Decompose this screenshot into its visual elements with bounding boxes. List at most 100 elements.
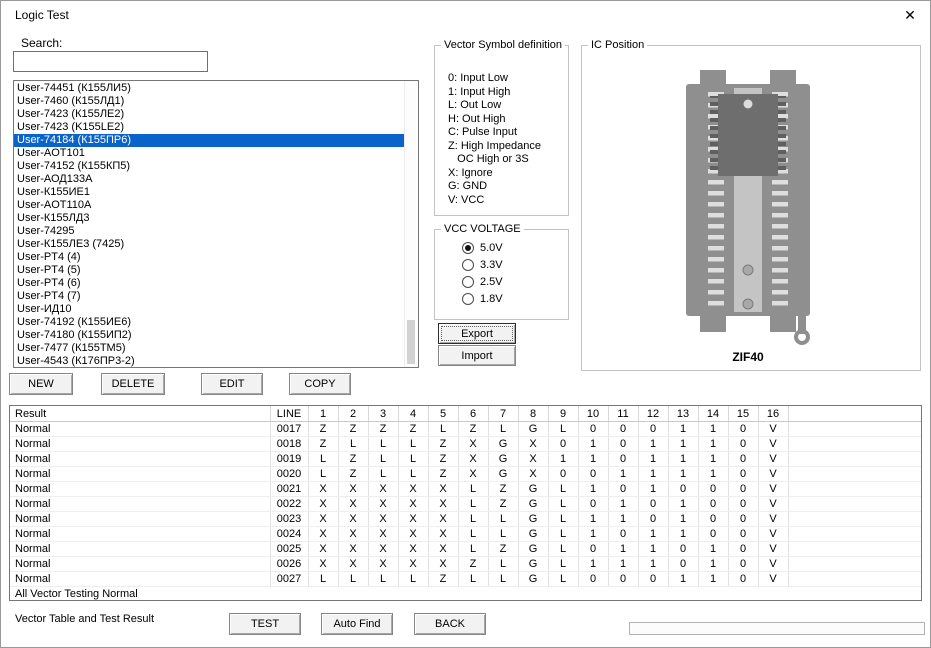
table-footer-row: All Vector Testing Normal — [10, 587, 921, 602]
vector-cell: V — [758, 572, 788, 587]
vector-cell: 1 — [638, 527, 668, 542]
list-item[interactable]: User-74180 (К155ИП2) — [14, 329, 405, 342]
symbol-definition-line: X: Ignore — [448, 167, 568, 181]
list-item[interactable]: User-74192 (К155ИЕ6) — [14, 316, 405, 329]
vector-cell: V — [758, 482, 788, 497]
list-item[interactable]: User-74152 (К155КП5) — [14, 160, 405, 173]
titlebar[interactable]: Logic Test ✕ — [1, 1, 930, 30]
vector-cell: 0 — [578, 542, 608, 557]
test-button[interactable]: TEST — [229, 613, 301, 635]
radio-label: 2.5V — [480, 276, 503, 288]
vector-cell: 1 — [698, 572, 728, 587]
list-item[interactable]: User-74295 — [14, 225, 405, 238]
vector-cell: Z — [368, 422, 398, 437]
list-item[interactable]: User-PT4 (4) — [14, 251, 405, 264]
filler-cell — [788, 422, 921, 437]
auto-find-button[interactable]: Auto Find — [321, 613, 393, 635]
list-item[interactable]: User-PT4 (5) — [14, 264, 405, 277]
window-title: Logic Test — [15, 8, 69, 22]
list-item[interactable]: User-ИД10 — [14, 303, 405, 316]
vector-cell: 0 — [608, 527, 638, 542]
list-item[interactable]: User-4543 (К176ПР3-2) — [14, 355, 405, 368]
copy-button[interactable]: COPY — [289, 373, 351, 395]
vector-cell: L — [548, 497, 578, 512]
list-item[interactable]: User-7460 (К155ЛД1) — [14, 95, 405, 108]
vector-cell: L — [458, 482, 488, 497]
vector-cell: 0 — [548, 467, 578, 482]
radio-label: 5.0V — [480, 242, 503, 254]
vector-cell: 0 — [698, 497, 728, 512]
list-item[interactable]: User-7423 (К155ЛЕ2) — [14, 108, 405, 121]
vector-cell: Z — [428, 452, 458, 467]
delete-button[interactable]: DELETE — [101, 373, 165, 395]
vector-cell: G — [488, 467, 518, 482]
list-item[interactable]: User-74184 (К155ПР6) — [14, 134, 405, 147]
vector-cell: 0 — [578, 467, 608, 482]
vector-cell: L — [458, 497, 488, 512]
ic-position-group: IC Position — [581, 45, 921, 371]
list-item[interactable]: User-74451 (К155ЛИ5) — [14, 82, 405, 95]
filler-cell — [788, 557, 921, 572]
result-cell: Normal — [10, 557, 270, 572]
back-button[interactable]: BACK — [414, 613, 486, 635]
vcc-option-3.3V[interactable]: 3.3V — [462, 256, 568, 273]
vector-cell: 0 — [728, 542, 758, 557]
vector-cell: X — [398, 482, 428, 497]
close-icon: ✕ — [904, 7, 916, 24]
search-input[interactable] — [13, 51, 208, 72]
vector-cell: Z — [338, 452, 368, 467]
scrollbar-thumb[interactable] — [407, 320, 415, 364]
line-cell: 0026 — [270, 557, 308, 572]
symbol-definition-line: C: Pulse Input — [448, 126, 568, 140]
list-item[interactable]: User-К155ЛЕ3 (7425) — [14, 238, 405, 251]
vcc-option-5.0V[interactable]: 5.0V — [462, 239, 568, 256]
vcc-option-1.8V[interactable]: 1.8V — [462, 290, 568, 307]
vector-cell: X — [308, 482, 338, 497]
vector-cell: L — [368, 572, 398, 587]
radio-icon[interactable] — [462, 276, 474, 288]
vector-cell: Z — [488, 542, 518, 557]
radio-icon[interactable] — [462, 242, 474, 254]
vector-cell: X — [398, 527, 428, 542]
list-item[interactable]: User-7423 (K155LE2) — [14, 121, 405, 134]
list-item[interactable]: User-AOT101 — [14, 147, 405, 160]
filler-cell — [788, 452, 921, 467]
import-button[interactable]: Import — [438, 345, 516, 366]
vector-cell: Z — [398, 422, 428, 437]
vector-cell: L — [368, 437, 398, 452]
vector-cell: X — [518, 467, 548, 482]
list-scrollbar[interactable] — [404, 81, 418, 367]
vector-cell: L — [428, 422, 458, 437]
result-cell: Normal — [10, 467, 270, 482]
socket-lever-loop — [796, 331, 808, 343]
vector-cell: 0 — [728, 497, 758, 512]
logic-test-dialog: Logic Test ✕ Search: User-74451 (К155ЛИ5… — [0, 0, 931, 648]
vector-cell: V — [758, 437, 788, 452]
list-item[interactable]: User-К155ЛД3 — [14, 212, 405, 225]
list-item[interactable]: User-АОД133А — [14, 173, 405, 186]
chip-list[interactable]: User-74451 (К155ЛИ5)User-7460 (К155ЛД1)U… — [13, 80, 419, 368]
socket-screw-lower — [743, 299, 753, 309]
list-item[interactable]: User-К155ИЕ1 — [14, 186, 405, 199]
filler-cell — [788, 497, 921, 512]
vcc-option-2.5V[interactable]: 2.5V — [462, 273, 568, 290]
radio-icon[interactable] — [462, 293, 474, 305]
vector-cell: 0 — [608, 482, 638, 497]
radio-icon[interactable] — [462, 259, 474, 271]
list-item[interactable]: User-PT4 (7) — [14, 290, 405, 303]
vector-cell: L — [548, 482, 578, 497]
close-button[interactable]: ✕ — [893, 3, 927, 28]
list-item[interactable]: User-AOT110A — [14, 199, 405, 212]
edit-button[interactable]: EDIT — [201, 373, 263, 395]
vector-cell: L — [548, 512, 578, 527]
vector-cell: X — [428, 482, 458, 497]
vector-cell: 0 — [608, 437, 638, 452]
list-item[interactable]: User-PT4 (6) — [14, 277, 405, 290]
list-item[interactable]: User-7477 (К155ТМ5) — [14, 342, 405, 355]
vector-cell: L — [548, 422, 578, 437]
line-cell: 0020 — [270, 467, 308, 482]
new-button[interactable]: NEW — [9, 373, 73, 395]
vector-cell: G — [518, 557, 548, 572]
vector-cell: L — [308, 467, 338, 482]
export-button[interactable]: Export — [438, 323, 516, 344]
